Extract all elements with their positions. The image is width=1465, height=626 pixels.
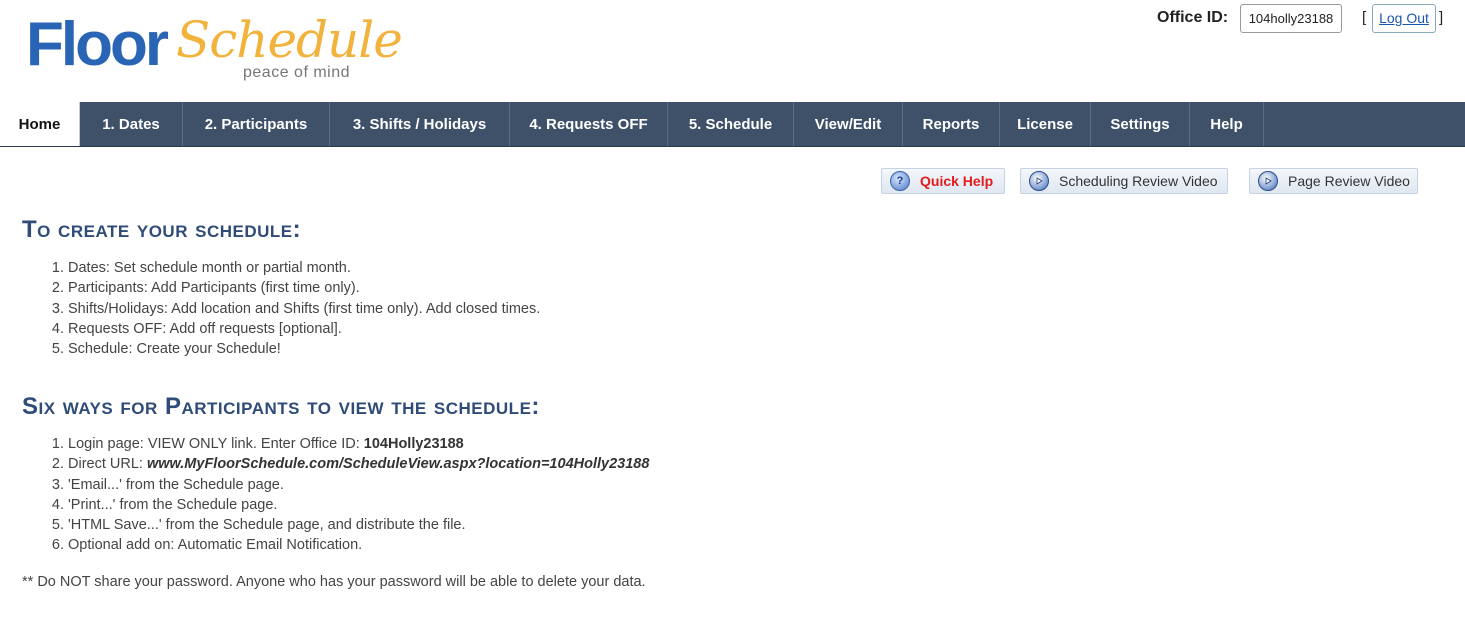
list-item: Login page: VIEW ONLY link. Enter Office… xyxy=(68,434,649,454)
tab-schedule[interactable]: 5. Schedule xyxy=(668,102,794,146)
list-item: 'HTML Save...' from the Schedule page, a… xyxy=(68,515,649,535)
list-item: 'Email...' from the Schedule page. xyxy=(68,475,649,495)
play-video-icon xyxy=(1029,171,1049,191)
logo-schedule-text: Schedule xyxy=(176,11,403,69)
help-question-icon: ? xyxy=(890,171,910,191)
office-id-value: 104Holly23188 xyxy=(363,436,464,452)
page-review-video-button[interactable]: Page Review Video xyxy=(1249,168,1418,194)
list-item: Direct URL: www.MyFloorSchedule.com/Sche… xyxy=(68,454,649,474)
logout-button[interactable]: Log Out xyxy=(1372,4,1436,33)
view-ways-list: Login page: VIEW ONLY link. Enter Office… xyxy=(22,434,649,556)
list-item: 'Print...' from the Schedule page. xyxy=(68,495,649,515)
list-item: Schedule: Create your Schedule! xyxy=(68,339,540,359)
login-page-text: Login page: VIEW ONLY link. Enter Office… xyxy=(68,436,364,452)
scheduling-review-video-button[interactable]: Scheduling Review Video xyxy=(1020,168,1228,194)
list-item: Optional add on: Automatic Email Notific… xyxy=(68,535,649,555)
play-video-icon xyxy=(1258,171,1278,191)
logout-link[interactable]: Log Out xyxy=(1379,10,1429,26)
tab-shifts-holidays[interactable]: 3. Shifts / Holidays xyxy=(330,102,510,146)
tab-settings[interactable]: Settings xyxy=(1091,102,1190,146)
office-id-label: Office ID: xyxy=(1157,9,1229,26)
create-steps-list: Dates: Set schedule month or partial mon… xyxy=(22,258,540,359)
list-item: Participants: Add Participants (first ti… xyxy=(68,278,540,298)
view-schedule-heading: Six ways for Participants to view the sc… xyxy=(22,393,540,420)
page-review-video-label: Page Review Video xyxy=(1288,173,1410,189)
tab-license[interactable]: License xyxy=(1000,102,1091,146)
tab-requests-off[interactable]: 4. Requests OFF xyxy=(510,102,668,146)
list-item: Requests OFF: Add off requests [optional… xyxy=(68,319,540,339)
password-warning-note: ** Do NOT share your password. Anyone wh… xyxy=(22,574,646,590)
tab-dates[interactable]: 1. Dates xyxy=(80,102,183,146)
direct-url-value: www.MyFloorSchedule.com/ScheduleView.asp… xyxy=(146,456,650,473)
bracket-close: ] xyxy=(1439,9,1444,26)
quick-help-label: Quick Help xyxy=(920,173,994,189)
create-schedule-heading: To create your schedule: xyxy=(22,216,302,243)
office-id-field: 104holly23188 xyxy=(1240,4,1342,33)
logo-tagline: peace of mind xyxy=(243,64,351,81)
tab-participants[interactable]: 2. Participants xyxy=(183,102,330,146)
logo-floor-text: Floor xyxy=(26,10,169,79)
quick-help-button[interactable]: ? Quick Help xyxy=(881,168,1005,194)
scheduling-review-video-label: Scheduling Review Video xyxy=(1059,173,1218,189)
main-nav: Home 1. Dates 2. Participants 3. Shifts … xyxy=(0,102,1465,147)
floorschedule-logo: Floor Schedule peace of mind xyxy=(26,10,403,90)
bracket-open: [ xyxy=(1362,9,1367,26)
tab-view-edit[interactable]: View/Edit xyxy=(794,102,903,146)
tab-home[interactable]: Home xyxy=(0,102,80,146)
list-item: Shifts/Holidays: Add location and Shifts… xyxy=(68,299,540,319)
list-item: Dates: Set schedule month or partial mon… xyxy=(68,258,540,278)
direct-url-text: Direct URL: xyxy=(68,456,147,473)
tab-help[interactable]: Help xyxy=(1190,102,1264,146)
tab-reports[interactable]: Reports xyxy=(903,102,1000,146)
